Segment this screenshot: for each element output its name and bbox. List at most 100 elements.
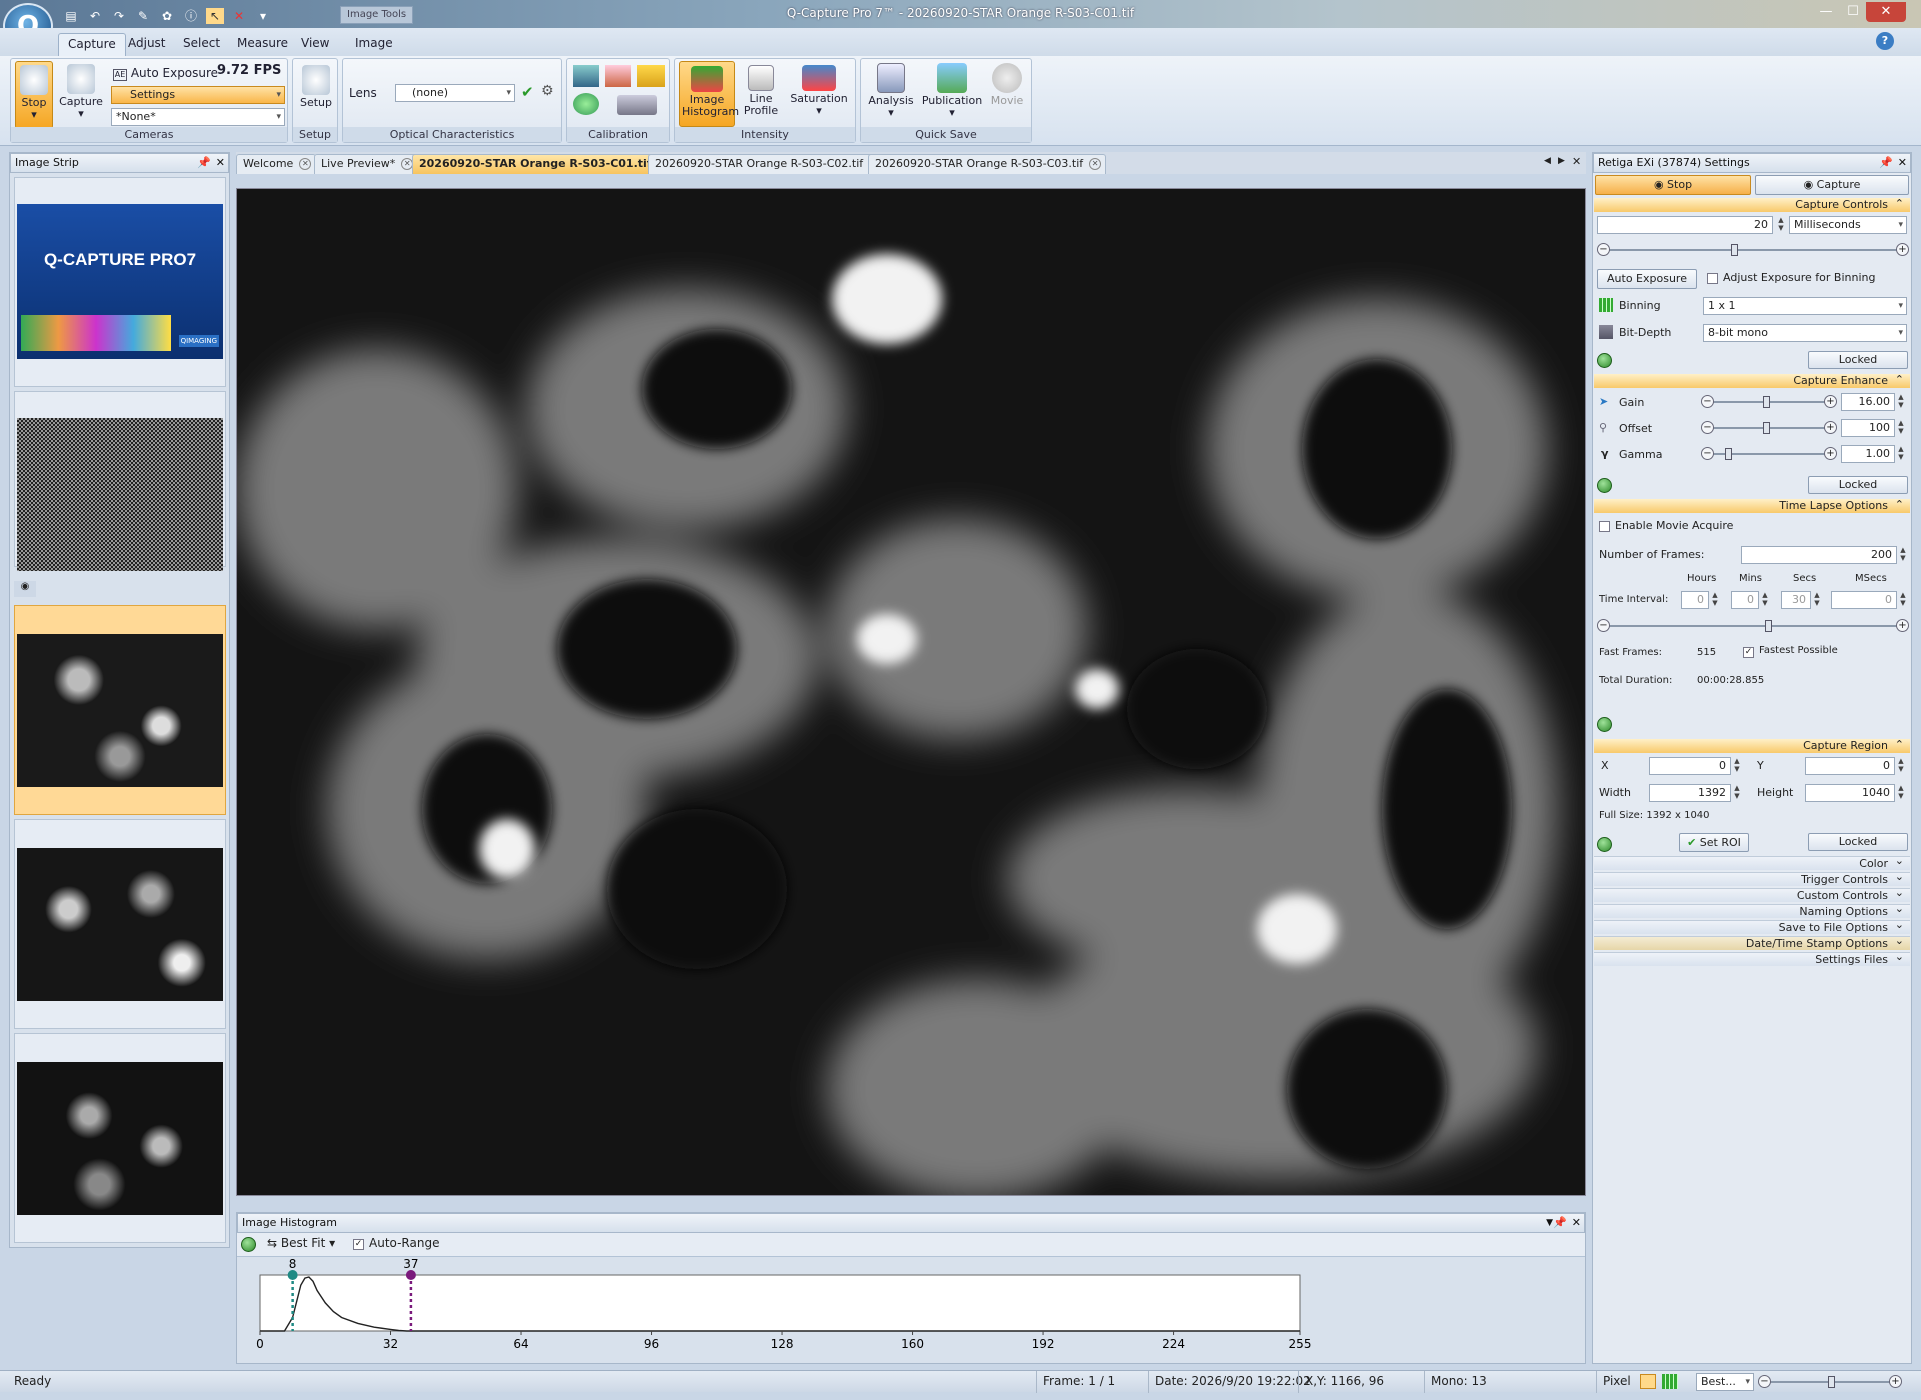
num-frames-spinner[interactable]: ▲ ▼ <box>1897 546 1909 564</box>
secs-spinner[interactable]: ▲ ▼ <box>1811 591 1823 609</box>
calibrate-refresh-icon[interactable] <box>573 93 599 115</box>
auto-exposure-button[interactable]: Auto Exposure <box>1597 269 1697 289</box>
settings-dropdown[interactable]: Settings <box>111 86 285 104</box>
section-trigger-controls[interactable]: Trigger Controls <box>1594 870 1910 886</box>
height-spinner[interactable]: ▲ ▼ <box>1895 784 1907 802</box>
scroll-left-icon[interactable]: ◀ <box>1544 156 1551 166</box>
section-settings-files[interactable]: Settings Files <box>1594 950 1910 966</box>
line-profile-button[interactable]: Line Profile <box>739 61 783 127</box>
interval-slider[interactable]: − + <box>1597 619 1909 633</box>
setup-button[interactable]: Setup <box>297 61 335 121</box>
histogram-chart[interactable]: 0 32 64 96 128 160 192 224 255 8 37 <box>237 1259 1585 1363</box>
gear-icon[interactable]: ⚙ <box>541 83 554 99</box>
tab-select[interactable]: Select <box>174 33 229 56</box>
auto-exposure-button[interactable]: AE Auto Exposure <box>113 63 218 83</box>
image-mode-icon[interactable] <box>1640 1374 1656 1389</box>
x-input[interactable]: 0 <box>1649 757 1731 775</box>
doc-tab-c02[interactable]: 20260920-STAR Orange R-S03-C02.tif✕ <box>648 154 887 174</box>
zoom-slider[interactable]: − + <box>1758 1375 1902 1389</box>
settings-stop-button[interactable]: ◉ Stop <box>1595 175 1751 195</box>
calibrate-light-icon[interactable] <box>605 65 631 87</box>
black-point-marker-handle[interactable] <box>287 1270 298 1280</box>
y-input[interactable]: 0 <box>1805 757 1895 775</box>
pin-icon[interactable]: 📌 <box>1553 1214 1567 1232</box>
auto-range-checkbox[interactable]: ✓ <box>353 1239 364 1250</box>
camera-small-icon[interactable]: ◉ <box>14 581 36 597</box>
stamp-icon[interactable]: ✿ <box>158 8 176 24</box>
offset-slider[interactable]: − + <box>1701 421 1837 435</box>
tab-measure[interactable]: Measure <box>228 33 297 56</box>
binning-dropdown[interactable]: 1 x 1 <box>1703 297 1907 315</box>
tab-adjust[interactable]: Adjust <box>119 33 175 56</box>
x-spinner[interactable]: ▲ ▼ <box>1731 757 1743 775</box>
tab-capture[interactable]: Capture <box>58 33 126 56</box>
thumb-c02[interactable] <box>14 819 226 1029</box>
close-panel-icon[interactable]: ✕ <box>216 154 225 172</box>
gain-input[interactable]: 16.00 <box>1841 393 1895 411</box>
pin-icon[interactable]: 📌 <box>1879 154 1893 172</box>
offset-input[interactable]: 100 <box>1841 419 1895 437</box>
image-histogram-button[interactable]: Image Histogram <box>679 61 739 127</box>
bitdepth-dropdown[interactable]: 8-bit mono <box>1703 324 1907 342</box>
set-roi-button[interactable]: ✔ Set ROI <box>1679 833 1749 852</box>
offset-spinner[interactable]: ▲ ▼ <box>1895 419 1907 437</box>
height-input[interactable]: 1040 <box>1805 784 1895 802</box>
exposure-slider[interactable]: − + <box>1597 243 1909 257</box>
zoom-dropdown[interactable]: Best... <box>1696 1373 1754 1391</box>
capture-region-locked[interactable]: Locked <box>1808 833 1908 851</box>
redo-icon[interactable]: ↷ <box>110 8 128 24</box>
white-point-marker-handle[interactable] <box>405 1270 416 1280</box>
apply-icon[interactable] <box>1597 478 1612 493</box>
capture-controls-locked[interactable]: Locked <box>1808 351 1908 369</box>
doc-tab-live-preview[interactable]: Live Preview* ✕ <box>314 154 419 174</box>
apply-icon[interactable] <box>1597 353 1612 368</box>
num-frames-input[interactable]: 200 <box>1741 546 1897 564</box>
microscopy-image[interactable] <box>236 188 1586 1196</box>
cancel-icon[interactable]: ✕ <box>230 8 248 24</box>
preset-dropdown[interactable]: *None* <box>111 108 285 126</box>
exposure-unit-dropdown[interactable]: Milliseconds <box>1789 216 1907 234</box>
refresh-icon[interactable] <box>241 1237 256 1252</box>
pin-icon[interactable]: 📌 <box>197 154 211 172</box>
maximize-icon[interactable]: ☐ <box>1840 2 1866 22</box>
movie-button[interactable]: Movie <box>987 61 1027 127</box>
dropdown-icon[interactable]: ▼ <box>1546 1214 1553 1232</box>
exposure-spinner[interactable]: ▲ ▼ <box>1775 216 1787 234</box>
fastest-possible-checkbox[interactable]: ✓ <box>1743 647 1754 658</box>
close-panel-icon[interactable]: ✕ <box>1572 1214 1581 1232</box>
close-tab-icon[interactable]: ✕ <box>1089 158 1102 170</box>
time-lapse-header[interactable]: Time Lapse Options <box>1594 498 1910 513</box>
grid-mode-icon[interactable] <box>1662 1374 1678 1389</box>
save-icon[interactable]: ▤ <box>62 8 80 24</box>
gamma-slider[interactable]: − + <box>1701 447 1837 461</box>
doc-tab-welcome[interactable]: Welcome ✕ <box>236 154 317 174</box>
gain-slider[interactable]: − + <box>1701 395 1837 409</box>
exposure-input[interactable]: 20 <box>1597 216 1773 234</box>
analysis-button[interactable]: Analysis ▾ <box>867 61 915 127</box>
section-datetime-stamp[interactable]: Date/Time Stamp Options <box>1594 934 1910 950</box>
pointer-icon[interactable]: ↖ <box>206 8 224 24</box>
saturation-button[interactable]: Saturation ▾ <box>787 61 851 127</box>
capture-region-header[interactable]: Capture Region <box>1594 738 1910 753</box>
capture-controls-header[interactable]: Capture Controls <box>1594 197 1910 212</box>
close-icon[interactable]: ✕ <box>1866 2 1906 22</box>
publication-button[interactable]: Publication ▾ <box>921 61 983 127</box>
calibrate-camera-icon[interactable] <box>573 65 599 87</box>
close-panel-icon[interactable]: ✕ <box>1898 154 1907 172</box>
capture-enhance-locked[interactable]: Locked <box>1808 476 1908 494</box>
width-input[interactable]: 1392 <box>1649 784 1731 802</box>
mins-spinner[interactable]: ▲ ▼ <box>1759 591 1771 609</box>
msecs-input[interactable]: 0 <box>1831 591 1897 609</box>
thumb-live-preview[interactable] <box>14 391 226 571</box>
gamma-spinner[interactable]: ▲ ▼ <box>1895 445 1907 463</box>
y-spinner[interactable]: ▲ ▼ <box>1895 757 1907 775</box>
section-color[interactable]: Color <box>1594 854 1910 870</box>
capture-enhance-header[interactable]: Capture Enhance <box>1594 373 1910 388</box>
hours-input[interactable]: 0 <box>1681 591 1709 609</box>
adjust-binning-checkbox[interactable] <box>1707 273 1718 284</box>
thumb-c03[interactable] <box>14 1033 226 1243</box>
best-fit-dropdown[interactable]: ⇆ Best Fit ▾ <box>267 1236 335 1250</box>
tab-view[interactable]: View <box>292 33 338 56</box>
section-naming-options[interactable]: Naming Options <box>1594 902 1910 918</box>
capture-button[interactable]: Capture ▾ <box>59 61 103 129</box>
